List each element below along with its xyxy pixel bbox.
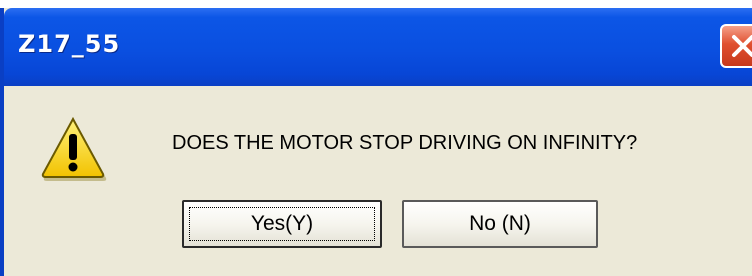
close-button[interactable] [720, 24, 752, 68]
warning-icon [41, 116, 107, 181]
title-bar[interactable]: Z17_55 [4, 8, 752, 86]
dialog-message: DOES THE MOTOR STOP DRIVING ON INFINITY? [172, 132, 638, 154]
no-button[interactable]: No (N) [402, 200, 598, 248]
focus-rectangle [189, 207, 375, 241]
no-button-label: No (N) [469, 212, 531, 235]
yes-button[interactable]: Yes(Y) [182, 200, 382, 248]
close-icon [732, 35, 752, 57]
message-dialog: Z17_55 DOES THE MOTOR STOP DRIVING ON IN… [0, 8, 752, 276]
window-title: Z17_55 [18, 30, 121, 58]
